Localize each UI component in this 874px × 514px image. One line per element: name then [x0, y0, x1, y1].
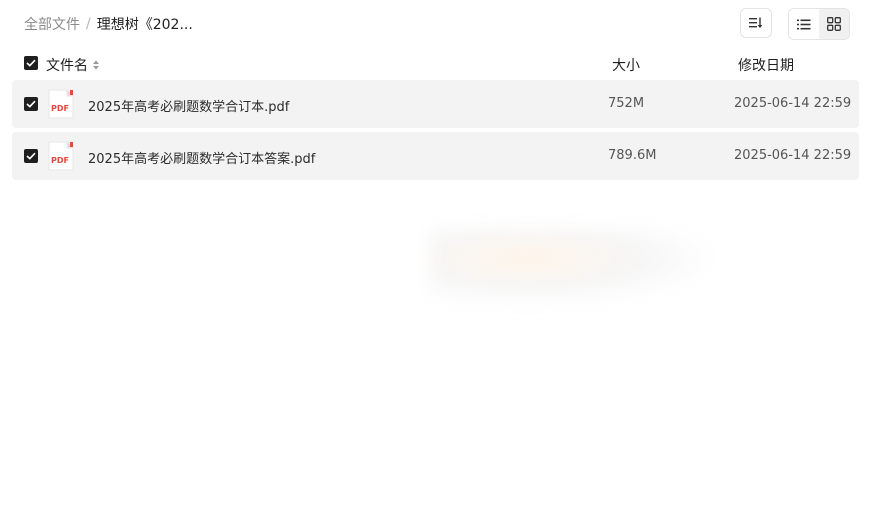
top-bar: 全部文件 / 理想树《202...: [0, 0, 874, 48]
checkmark-icon: [26, 59, 36, 67]
column-size-label: 大小: [612, 58, 640, 74]
file-name[interactable]: 2025年高考必刷题数学合订本.pdf: [88, 96, 289, 115]
pdf-file-icon: PDF: [48, 89, 74, 119]
breadcrumb-separator: /: [86, 16, 91, 32]
pdf-type-label: PDF: [51, 104, 69, 113]
pdf-type-label: PDF: [51, 156, 69, 165]
file-size: 752M: [608, 96, 645, 111]
file-size: 789.6M: [608, 148, 657, 163]
breadcrumb-current-folder: 理想树《202...: [96, 17, 193, 33]
breadcrumb: 全部文件 / 理想树《202...: [24, 14, 193, 34]
select-all-checkbox[interactable]: [24, 56, 38, 70]
column-header: 文件名 大小 修改日期: [12, 52, 859, 76]
file-browser: 全部文件 / 理想树《202... 文件名 大小 修改日期 PDF 2025年高…: [0, 0, 874, 514]
sort-icon: [749, 17, 763, 28]
checkmark-icon: [26, 152, 36, 160]
grid-view-button[interactable]: [819, 9, 849, 39]
file-row[interactable]: PDF 2025年高考必刷题数学合订本.pdf 752M 2025-06-14 …: [12, 80, 859, 128]
view-mode-toggle: [788, 8, 850, 40]
row-checkbox[interactable]: [24, 97, 38, 111]
column-name-sort[interactable]: 文件名: [46, 55, 100, 75]
breadcrumb-root-link[interactable]: 全部文件: [24, 14, 80, 34]
file-row[interactable]: PDF 2025年高考必刷题数学合订本答案.pdf 789.6M 2025-06…: [12, 132, 859, 180]
file-date: 2025-06-14 22:59: [734, 148, 852, 163]
grid-view-icon: [827, 17, 841, 31]
checkmark-icon: [26, 100, 36, 108]
row-checkbox[interactable]: [24, 149, 38, 163]
sort-arrows-icon: [93, 60, 99, 70]
file-date: 2025-06-14 22:59: [734, 96, 852, 111]
pdf-file-icon: PDF: [48, 141, 74, 171]
list-view-button[interactable]: [789, 9, 819, 39]
column-name-label: 文件名: [46, 58, 88, 74]
list-view-icon: [797, 19, 811, 29]
file-name[interactable]: 2025年高考必刷题数学合订本答案.pdf: [88, 148, 315, 167]
loading-shimmer: [430, 228, 710, 304]
column-date-label: 修改日期: [738, 58, 794, 74]
sort-button[interactable]: [740, 8, 772, 38]
